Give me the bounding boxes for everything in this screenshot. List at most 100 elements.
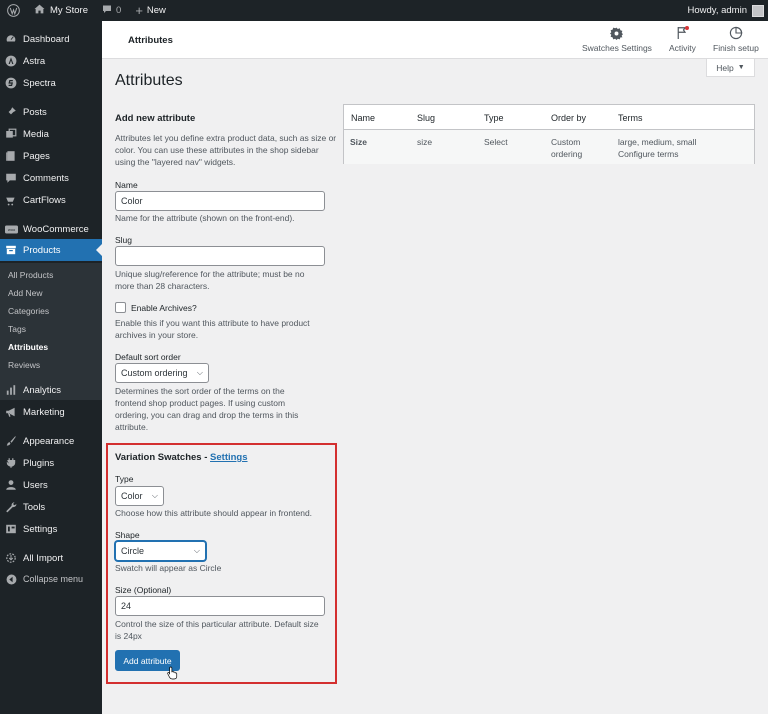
sidebar-item-settings[interactable]: Settings	[0, 518, 102, 540]
action-label: Activity	[669, 43, 696, 53]
avatar	[752, 4, 764, 17]
form-heading: Add new attribute	[115, 113, 196, 124]
sidebar-item-label: Appearance	[23, 435, 75, 447]
sidebar-item-label: WooCommerce	[23, 223, 89, 235]
progress-icon	[729, 26, 743, 40]
shape-help: Swatch will appear as Circle	[115, 563, 222, 573]
woocommerce-header: Attributes Swatches Settings Activity Fi…	[102, 21, 768, 59]
sidebar-item-all-import[interactable]: All Import	[0, 547, 102, 569]
sidebar-item-spectra[interactable]: Spectra	[0, 72, 102, 94]
help-label: Help	[716, 62, 734, 73]
archive-icon	[0, 244, 22, 256]
type-help: Choose how this attribute should appear …	[115, 508, 313, 518]
sidebar-item-label: Pages	[23, 150, 50, 162]
configure-terms-link[interactable]: Configure terms	[618, 148, 678, 160]
activity-button[interactable]: Activity	[669, 26, 696, 53]
submenu-item-all-products[interactable]: All Products	[8, 270, 53, 280]
site-name-link[interactable]: My Store	[27, 0, 95, 21]
swatch-size-input[interactable]: 24	[115, 596, 325, 616]
column-header-slug: Slug	[417, 113, 436, 123]
slug-label: Slug	[115, 235, 133, 245]
page-title: Attributes	[115, 72, 183, 89]
sidebar-item-label: Media	[23, 128, 49, 140]
sidebar-item-appearance[interactable]: Appearance	[0, 430, 102, 452]
sidebar-item-label: Posts	[23, 106, 47, 118]
header-title: Attributes	[128, 35, 173, 46]
sidebar-item-posts[interactable]: Posts	[0, 101, 102, 123]
flag-icon	[676, 26, 690, 40]
sidebar-item-collapse[interactable]: Collapse menu	[0, 568, 102, 590]
spectra-icon	[0, 77, 22, 89]
greeting: Howdy, admin	[687, 5, 748, 16]
gear-icon	[610, 26, 624, 40]
sidebar-item-astra[interactable]: Astra	[0, 50, 102, 72]
enable-archives-checkbox[interactable]	[115, 302, 126, 313]
help-tab-button[interactable]: Help ▼	[706, 59, 755, 77]
sidebar-item-label: Plugins	[23, 457, 55, 469]
sidebar-item-label: Spectra	[23, 77, 56, 89]
swatches-settings-link[interactable]: Settings	[210, 452, 247, 463]
submenu-item-tags[interactable]: Tags	[8, 324, 26, 334]
name-value: Color	[121, 196, 143, 206]
attribute-order-by: Custom ordering	[551, 137, 583, 159]
name-input[interactable]: Color	[115, 191, 325, 211]
size-help: Control the size of this particular attr…	[115, 619, 319, 641]
submenu-item-categories[interactable]: Categories	[8, 306, 49, 316]
column-header-order-by: Order by	[551, 113, 587, 123]
submenu-item-attributes[interactable]: Attributes	[8, 342, 48, 352]
sidebar-item-plugins[interactable]: Plugins	[0, 452, 102, 474]
woo-icon: woo	[0, 225, 22, 234]
attribute-type: Select	[484, 137, 508, 147]
submenu-item-add-new[interactable]: Add New	[8, 288, 43, 298]
swatch-shape-select[interactable]: Circle ⌵	[115, 541, 206, 561]
sort-help: Determines the sort order of the terms o…	[115, 386, 299, 432]
swatch-type-select[interactable]: Color ⌵	[115, 486, 164, 506]
new-content-link[interactable]: + New	[128, 0, 173, 21]
sidebar-item-users[interactable]: Users	[0, 474, 102, 496]
notification-dot	[685, 26, 690, 30]
column-header-name: Name	[351, 113, 376, 123]
name-label: Name	[115, 180, 138, 190]
chevron-down-icon: ⌵	[151, 491, 158, 500]
comment-icon	[0, 172, 22, 184]
dashboard-icon	[0, 33, 22, 45]
swatches-settings-button[interactable]: Swatches Settings	[582, 26, 652, 53]
attribute-slug: size	[417, 137, 433, 147]
attribute-name-link[interactable]: Size	[350, 136, 367, 148]
finish-setup-button[interactable]: Finish setup	[713, 26, 759, 53]
astra-icon	[0, 55, 22, 67]
comments-link[interactable]: 0	[95, 0, 128, 21]
sidebar-item-label: Comments	[23, 172, 69, 184]
sidebar-item-cartflows[interactable]: CartFlows	[0, 189, 102, 211]
sidebar-item-label: Collapse menu	[23, 574, 84, 584]
slug-input[interactable]	[115, 246, 325, 266]
shape-value: Circle	[121, 546, 145, 556]
new-label: New	[146, 5, 166, 16]
sidebar-item-label: Marketing	[23, 406, 65, 418]
sidebar-item-label: Analytics	[23, 384, 62, 396]
site-name: My Store	[50, 5, 89, 16]
submenu-item-reviews[interactable]: Reviews	[8, 360, 40, 370]
sidebar-item-label: Users	[23, 479, 48, 491]
sidebar-item-pages[interactable]: Pages	[0, 145, 102, 167]
sidebar-item-woocommerce[interactable]: woo WooCommerce	[0, 218, 102, 240]
sidebar-item-products[interactable]: Products	[0, 239, 102, 261]
sidebar-item-label: All Import	[23, 552, 64, 564]
sidebar-item-label: Dashboard	[23, 33, 70, 45]
sort-order-select[interactable]: Custom ordering ⌵	[115, 363, 209, 383]
sidebar-item-tools[interactable]: Tools	[0, 496, 102, 518]
sidebar-item-marketing[interactable]: Marketing	[0, 401, 102, 423]
sidebar-item-analytics[interactable]: Analytics	[0, 379, 102, 401]
comment-icon	[102, 4, 112, 17]
size-label: Size (Optional)	[115, 585, 172, 595]
sidebar-item-label: Astra	[23, 55, 46, 67]
admin-sidebar: Dashboard Astra Spectra Posts Media Page…	[0, 21, 102, 714]
sidebar-item-media[interactable]: Media	[0, 123, 102, 145]
import-icon	[0, 552, 22, 564]
type-label: Type	[115, 474, 134, 484]
wp-logo-icon[interactable]	[0, 0, 27, 21]
my-account-link[interactable]: Howdy, admin	[687, 4, 768, 17]
sidebar-item-comments[interactable]: Comments	[0, 167, 102, 189]
collapse-icon	[0, 574, 22, 585]
sidebar-item-dashboard[interactable]: Dashboard	[0, 28, 102, 50]
